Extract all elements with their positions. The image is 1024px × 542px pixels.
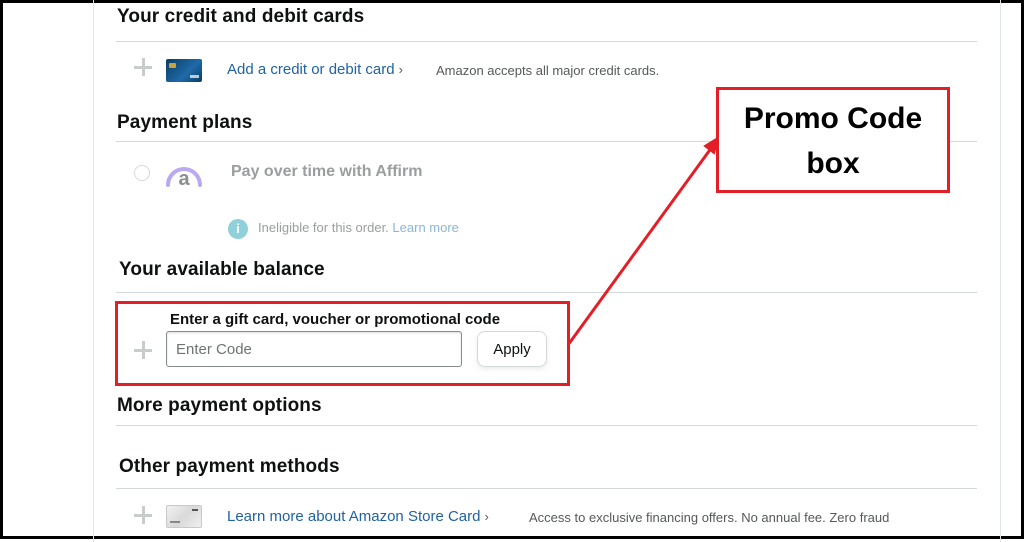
promo-code-callout: Promo Code box [716, 87, 950, 193]
callout-line-2: box [806, 147, 860, 180]
callout-line-1: Promo Code [743, 102, 923, 135]
arrow-icon [566, 135, 720, 346]
